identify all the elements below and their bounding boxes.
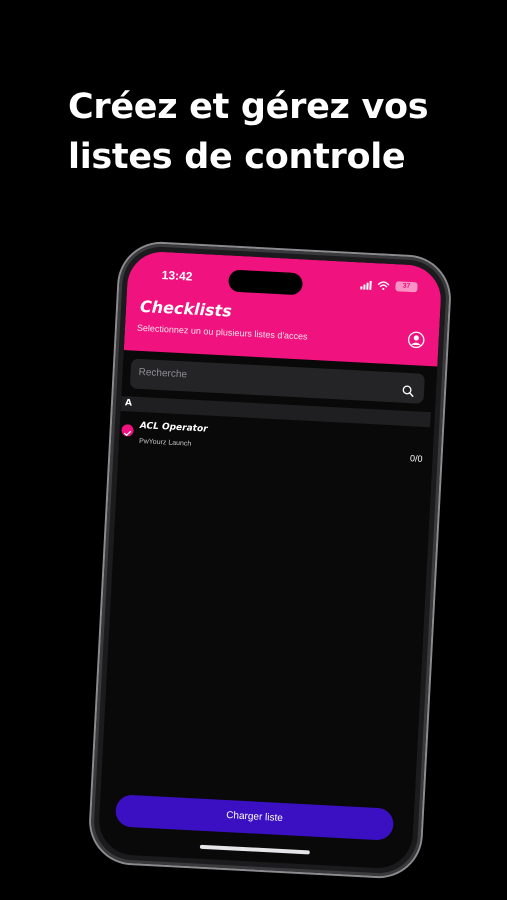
search-input[interactable]: Recherche (129, 358, 425, 404)
list-item[interactable]: ACL Operator PwYourz Launch 0/0 (118, 418, 424, 474)
list-item-subtitle: PwYourz Launch (138, 437, 192, 448)
dynamic-island (227, 269, 304, 296)
search-icon[interactable] (402, 382, 415, 397)
promo-headline: Créez et gérez vos listes de controle (68, 82, 488, 182)
checkmark-icon[interactable] (121, 424, 134, 437)
phone-mockup: 13:42 37 Checklists Selectionnez un ou p… (89, 241, 451, 879)
load-list-button[interactable]: Charger liste (114, 794, 395, 841)
battery-icon: 37 (395, 281, 418, 293)
cellular-signal-icon (360, 280, 372, 290)
search-placeholder: Recherche (138, 366, 188, 381)
status-time: 13:42 (161, 267, 193, 284)
page-title: Checklists (139, 296, 233, 321)
status-bar: 13:42 37 (127, 264, 442, 300)
app-header: 13:42 37 Checklists Selectionnez un ou p… (123, 250, 443, 367)
status-icons: 37 (360, 279, 418, 293)
app-screen: 13:42 37 Checklists Selectionnez un ou p… (97, 250, 443, 870)
page-subtitle: Selectionnez un ou plusieurs listes d'ac… (136, 322, 308, 342)
home-indicator[interactable] (199, 844, 310, 855)
user-profile-icon[interactable] (407, 331, 425, 349)
headline-line-1: Créez et gérez vos (68, 87, 429, 127)
headline-line-2: listes de controle (68, 137, 406, 177)
wifi-icon (377, 280, 390, 291)
list-item-count: 0/0 (409, 453, 423, 464)
list-item-title: ACL Operator (139, 421, 208, 435)
